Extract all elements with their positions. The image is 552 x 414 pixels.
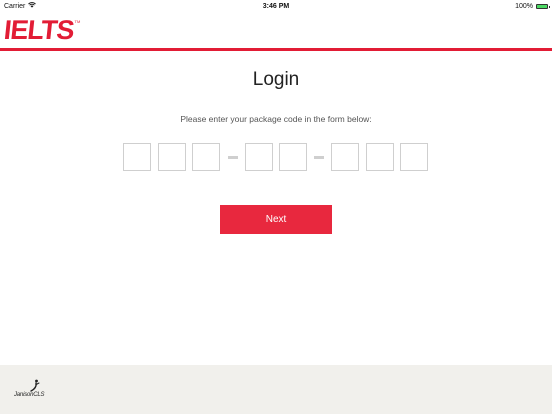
logo-trademark: TM [74, 19, 81, 24]
instructions-text: Please enter your package code in the fo… [180, 114, 372, 124]
code-separator [314, 156, 324, 159]
app-header: IELTS TM [0, 12, 552, 48]
footer: JanisonCLS [0, 365, 552, 414]
code-digit-2[interactable] [158, 143, 186, 171]
ielts-logo: IELTS TM [2, 15, 81, 45]
logo-text: IELTS [2, 15, 76, 45]
status-left: Carrier [4, 2, 37, 10]
page-title: Login [252, 69, 300, 90]
code-digit-8[interactable] [400, 143, 428, 171]
battery-level [537, 4, 547, 8]
janison-logo: JanisonCLS [14, 379, 54, 403]
code-digit-5[interactable] [279, 143, 307, 171]
code-digit-3[interactable] [192, 143, 220, 171]
footer-logo-text: JanisonCLS [14, 392, 45, 398]
code-digit-6[interactable] [331, 143, 359, 171]
code-separator [228, 156, 238, 159]
status-right: 100% [515, 2, 550, 10]
carrier-label: Carrier [4, 2, 26, 10]
header-divider [0, 48, 552, 51]
status-time: 3:46 PM [262, 2, 290, 10]
status-bar: Carrier 3:46 PM 100% [0, 0, 552, 12]
janison-figure-icon [30, 379, 40, 392]
code-digit-1[interactable] [123, 143, 151, 171]
battery-icon [536, 3, 550, 9]
code-digit-4[interactable] [245, 143, 273, 171]
next-button[interactable]: Next [220, 205, 332, 234]
wifi-icon [28, 2, 37, 10]
code-digit-7[interactable] [366, 143, 394, 171]
battery-percent: 100% [515, 2, 533, 10]
app-screen: Carrier 3:46 PM 100% IELTS TM Login Plea… [0, 0, 552, 414]
